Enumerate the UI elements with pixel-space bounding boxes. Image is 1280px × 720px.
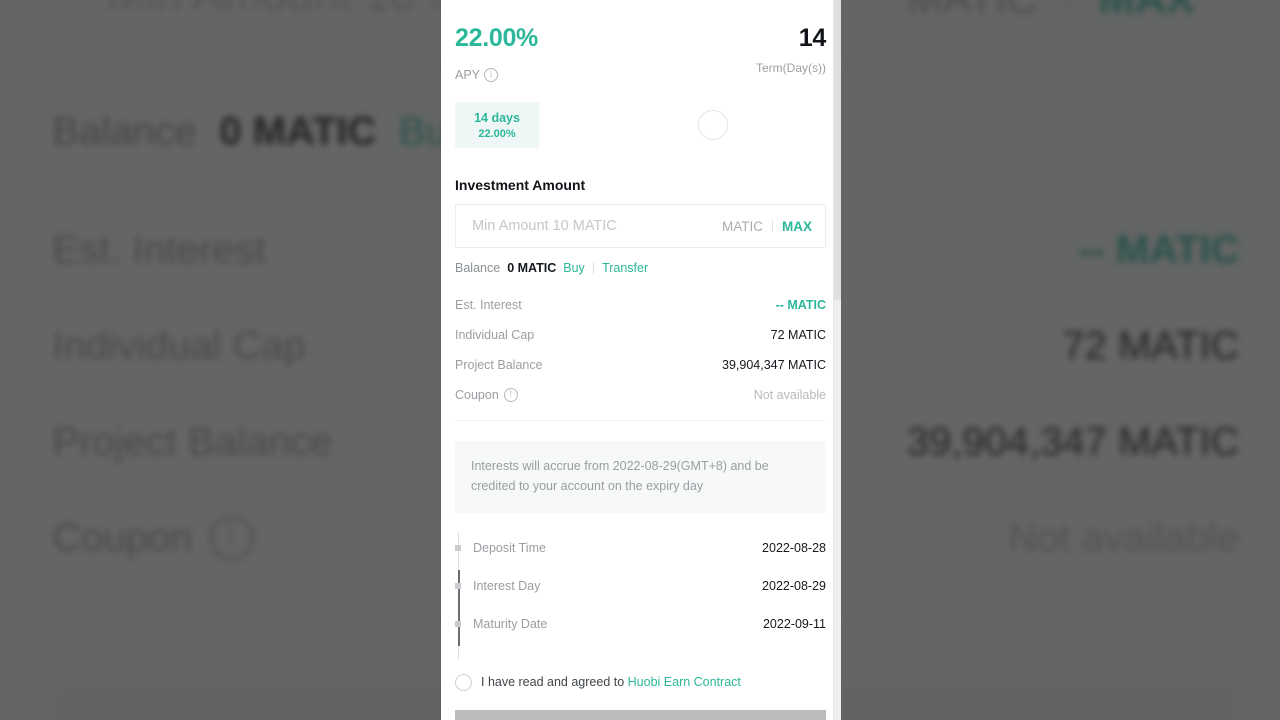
screen-root: 22.00% APY 14 Term(Day(s)) 14 days xyxy=(0,0,1280,720)
timeline-value: 2022-09-11 xyxy=(762,616,826,631)
term-option-14-days[interactable]: 14 days 22.00% xyxy=(455,102,539,148)
term-block: 14 Term(Day(s)) xyxy=(756,24,827,76)
deposit-timeline: Deposit Time 2022-08-28 Interest Day 202… xyxy=(455,529,826,659)
agreement-text: I have read and agreed to Huobi Earn Con… xyxy=(481,675,741,689)
detail-label: Project Balance xyxy=(455,358,543,372)
detail-row-coupon: Coupon Not available xyxy=(455,380,826,410)
term-option-apy: 22.00% xyxy=(478,127,516,140)
timeline-row-deposit-time: Deposit Time 2022-08-28 xyxy=(455,529,826,567)
term-options-row: 14 days 22.00% xyxy=(455,102,826,148)
detail-row-individual-cap: Individual Cap 72 MATIC xyxy=(455,320,826,350)
detail-label: Coupon xyxy=(455,388,518,402)
link-separator: | xyxy=(591,261,596,275)
section-divider xyxy=(455,420,826,421)
modal-scrollbar[interactable] xyxy=(833,0,841,720)
agreement-row: I have read and agreed to Huobi Earn Con… xyxy=(455,673,826,691)
modal-header-row: 22.00% APY 14 Term(Day(s)) xyxy=(455,0,826,82)
balance-row: Balance 0 MATIC Buy | Transfer xyxy=(455,261,826,275)
timeline-row-maturity-date: Maturity Date 2022-09-11 xyxy=(455,605,826,643)
transfer-link[interactable]: Transfer xyxy=(602,261,648,275)
loading-spinner-icon xyxy=(698,110,728,140)
balance-label: Balance xyxy=(455,261,501,275)
balance-value: 0 MATIC xyxy=(507,261,557,275)
huobi-earn-contract-link[interactable]: Huobi Earn Contract xyxy=(628,675,741,689)
timeline-label: Interest Day xyxy=(473,578,541,593)
interest-accrual-notice: Interests will accrue from 2022-08-29(GM… xyxy=(455,441,826,513)
amount-currency-unit: MATIC xyxy=(722,218,763,234)
timeline-dot-icon xyxy=(455,544,461,551)
apy-value: 22.00% xyxy=(455,24,538,52)
investment-amount-field[interactable]: MATIC MAX xyxy=(455,204,826,248)
apy-label: APY xyxy=(455,68,481,82)
info-icon[interactable] xyxy=(484,68,499,82)
modal-scrollbar-thumb[interactable] xyxy=(834,0,841,300)
timeline-value: 2022-08-28 xyxy=(762,540,826,555)
warning-icon[interactable] xyxy=(503,388,518,402)
detail-label: Est. Interest xyxy=(455,298,522,312)
detail-value: Not available xyxy=(753,388,826,402)
term-value: 14 xyxy=(798,24,827,52)
term-label: Term(Day(s)) xyxy=(756,61,826,75)
detail-list: Est. Interest -- MATIC Individual Cap 72… xyxy=(455,290,826,410)
detail-label: Individual Cap xyxy=(455,328,535,342)
timeline-dot-icon xyxy=(455,620,461,627)
buy-link[interactable]: Buy xyxy=(563,261,585,275)
deposit-button[interactable]: Deposit MATIC xyxy=(455,709,826,720)
detail-row-project-balance: Project Balance 39,904,347 MATIC xyxy=(455,350,826,380)
timeline-label: Deposit Time xyxy=(473,540,546,555)
apy-block: 22.00% APY xyxy=(455,26,538,82)
agreement-checkbox[interactable] xyxy=(455,673,472,691)
coupon-label-text: Coupon xyxy=(455,388,499,402)
agreement-prefix: I have read and agreed to xyxy=(481,675,628,689)
max-button[interactable]: MAX xyxy=(782,219,812,234)
investment-amount-input[interactable] xyxy=(470,217,722,235)
detail-row-est-interest: Est. Interest -- MATIC xyxy=(455,290,826,320)
timeline-dot-icon xyxy=(455,582,461,589)
amount-divider xyxy=(772,220,773,232)
term-option-days: 14 days xyxy=(474,110,520,125)
timeline-row-interest-day: Interest Day 2022-08-29 xyxy=(455,567,826,605)
timeline-label: Maturity Date xyxy=(473,616,548,631)
timeline-value: 2022-08-29 xyxy=(762,578,826,593)
detail-value: 39,904,347 MATIC xyxy=(722,358,826,372)
detail-value: -- MATIC xyxy=(775,298,826,312)
deposit-modal: 22.00% APY 14 Term(Day(s)) 14 days 22.00… xyxy=(441,0,840,720)
detail-value: 72 MATIC xyxy=(770,328,826,342)
investment-amount-title: Investment Amount xyxy=(455,177,586,193)
timeline-axis-active-segment xyxy=(458,569,460,646)
